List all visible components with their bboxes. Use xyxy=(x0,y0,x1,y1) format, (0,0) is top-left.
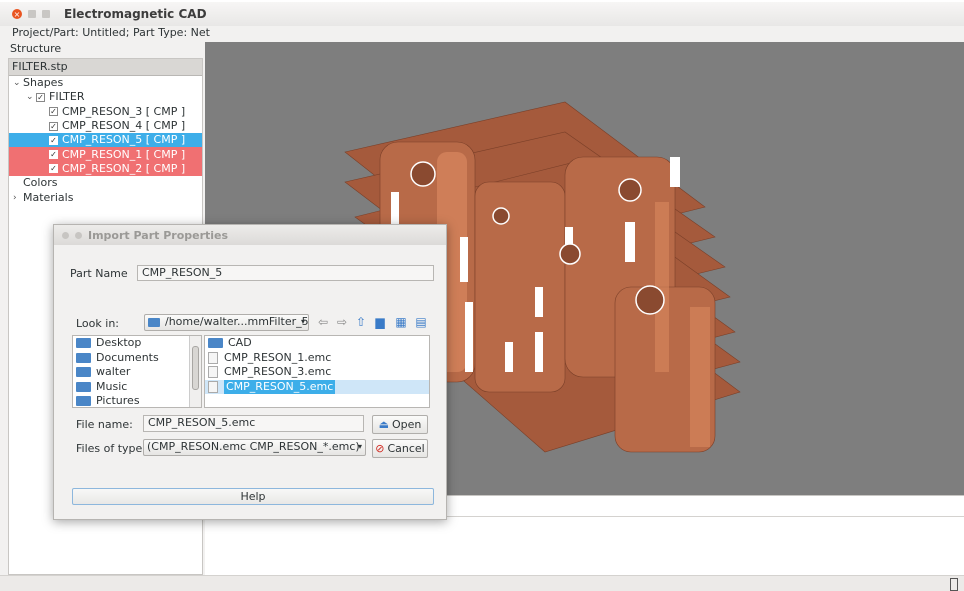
checkbox-icon[interactable]: ✓ xyxy=(49,107,58,117)
collapse-arrow-icon[interactable]: ⌄ xyxy=(13,76,23,90)
checkbox-icon[interactable]: ✓ xyxy=(49,150,58,160)
file-name-field[interactable]: CMP_RESON_5.emc xyxy=(143,415,364,432)
place-item[interactable]: Documents xyxy=(73,351,201,366)
file-label: CMP_RESON_1.emc xyxy=(224,350,332,364)
place-item[interactable]: walter xyxy=(73,365,201,380)
files-of-type-combo[interactable]: (CMP_RESON.emc CMP_RESON_*.emc) ▾ xyxy=(143,439,366,456)
dropdown-arrow-icon: ▾ xyxy=(357,442,362,451)
expand-arrow-icon[interactable]: › xyxy=(13,191,23,205)
folder-icon xyxy=(76,381,91,392)
folder-icon xyxy=(76,396,91,407)
places-scrollbar[interactable] xyxy=(189,336,201,407)
folder-icon xyxy=(208,338,223,349)
dialog-title: Import Part Properties xyxy=(88,228,229,242)
tree-item-selected[interactable]: ✓ CMP_RESON_5 [ CMP ] xyxy=(9,133,202,148)
dropdown-arrow-icon: ▾ xyxy=(300,317,305,326)
place-item[interactable]: Music xyxy=(73,380,201,395)
list-view-icon[interactable]: ▦ xyxy=(394,316,408,328)
file-item[interactable]: CMP_RESON_1.emc xyxy=(205,351,429,366)
structure-label: Structure xyxy=(10,42,62,55)
tree-item-label: CMP_RESON_3 [ CMP ] xyxy=(62,104,186,118)
file-item[interactable]: CAD xyxy=(205,336,429,351)
close-dialog-icon[interactable] xyxy=(62,231,69,239)
tree-colors-label: Colors xyxy=(23,176,58,190)
tree-item-label: CMP_RESON_1 [ CMP ] xyxy=(62,147,186,161)
title-bar: × Electromagnetic CAD xyxy=(0,2,964,26)
file-icon xyxy=(208,351,218,364)
tree-item-label: CMP_RESON_5 [ CMP ] xyxy=(62,133,186,147)
checkbox-icon[interactable]: ✓ xyxy=(36,92,45,102)
tree-colors[interactable]: Colors xyxy=(9,176,202,190)
place-label: Documents xyxy=(96,350,159,364)
look-in-combo[interactable]: /home/walter...mmFilter_5_2 ▾ xyxy=(144,314,309,331)
resize-grip-icon[interactable] xyxy=(950,578,958,591)
cancel-icon: ⊘ xyxy=(375,442,385,455)
maximize-dialog-icon[interactable] xyxy=(75,231,82,239)
open-icon: ⏏ xyxy=(378,418,389,431)
tree-item[interactable]: ✓ CMP_RESON_4 [ CMP ] xyxy=(9,119,202,133)
places-list[interactable]: Desktop Documents walter Music Pictures xyxy=(72,335,202,408)
file-item-selected[interactable]: CMP_RESON_5.emc xyxy=(205,379,429,394)
file-label: CAD xyxy=(228,336,252,350)
place-label: Music xyxy=(96,379,128,393)
files-of-type-label: Files of type: xyxy=(76,442,147,455)
file-label: CMP_RESON_3.emc xyxy=(224,365,332,379)
file-name-label: File name: xyxy=(76,418,133,431)
cancel-label: Cancel xyxy=(387,442,425,455)
tree-item-error[interactable]: ✓ CMP_RESON_2 [ CMP ] xyxy=(9,161,202,177)
import-part-dialog: Import Part Properties Part Name CMP_RES… xyxy=(53,224,447,520)
cancel-button[interactable]: ⊘ Cancel xyxy=(372,439,428,458)
project-info: Project/Part: Untitled; Part Type: Net xyxy=(12,26,210,39)
forward-icon[interactable]: ⇨ xyxy=(335,316,349,328)
part-name-label: Part Name xyxy=(70,267,128,280)
files-of-type-value: (CMP_RESON.emc CMP_RESON_*.emc) xyxy=(147,440,360,453)
tree-item-error[interactable]: ✓ CMP_RESON_1 [ CMP ] xyxy=(9,147,202,162)
checkbox-icon[interactable]: ✓ xyxy=(49,164,58,174)
tree-item-label: CMP_RESON_2 [ CMP ] xyxy=(62,161,186,175)
part-name-field[interactable]: CMP_RESON_5 xyxy=(137,265,434,281)
new-folder-icon[interactable]: ▆ xyxy=(373,316,387,328)
checkbox-icon[interactable]: ✓ xyxy=(49,135,58,145)
help-button[interactable]: Help xyxy=(72,488,434,505)
collapse-arrow-icon[interactable]: ⌄ xyxy=(26,90,36,104)
file-icon xyxy=(208,380,218,393)
file-label: CMP_RESON_5.emc xyxy=(224,379,336,394)
folder-icon xyxy=(148,317,160,327)
tree-root[interactable]: ⌄ ✓ FILTER xyxy=(9,90,202,104)
place-item[interactable]: Desktop xyxy=(73,336,201,351)
tree-root-label: FILTER xyxy=(49,90,85,104)
file-header[interactable]: FILTER.stp xyxy=(9,59,202,76)
tree-shapes[interactable]: ⌄ Shapes xyxy=(9,76,202,90)
tree-item-label: CMP_RESON_4 [ CMP ] xyxy=(62,119,186,133)
dialog-title-bar: Import Part Properties xyxy=(54,225,446,245)
place-label: walter xyxy=(96,365,131,379)
scrollbar-thumb[interactable] xyxy=(192,346,199,390)
home-folder-icon xyxy=(76,367,91,378)
close-window-icon[interactable]: × xyxy=(12,9,22,19)
place-item[interactable]: Pictures xyxy=(73,394,201,409)
window-title: Electromagnetic CAD xyxy=(64,7,207,21)
look-in-label: Look in: xyxy=(76,317,119,330)
tree-materials-label: Materials xyxy=(23,190,74,204)
folder-icon xyxy=(76,338,91,349)
files-list[interactable]: CAD CMP_RESON_1.emc CMP_RESON_3.emc CMP_… xyxy=(204,335,430,408)
up-folder-icon[interactable]: ⇧ xyxy=(354,316,368,328)
folder-icon xyxy=(76,352,91,363)
look-in-value: /home/walter...mmFilter_5_2 xyxy=(165,315,309,328)
minimize-window-icon[interactable] xyxy=(28,10,36,18)
tree-shapes-label: Shapes xyxy=(23,76,64,90)
open-button[interactable]: ⏏ Open xyxy=(372,415,428,434)
checkbox-icon[interactable]: ✓ xyxy=(49,121,58,131)
maximize-window-icon[interactable] xyxy=(42,10,50,18)
place-label: Desktop xyxy=(96,336,142,350)
tree-item[interactable]: ✓ CMP_RESON_3 [ CMP ] xyxy=(9,105,202,119)
status-bar xyxy=(0,575,964,591)
detail-view-icon[interactable]: ▤ xyxy=(414,316,428,328)
open-label: Open xyxy=(392,418,422,431)
back-icon[interactable]: ⇦ xyxy=(316,316,330,328)
file-item[interactable]: CMP_RESON_3.emc xyxy=(205,365,429,380)
tree-materials[interactable]: › Materials xyxy=(9,190,202,204)
file-icon xyxy=(208,366,218,379)
place-label: Pictures xyxy=(96,394,140,408)
